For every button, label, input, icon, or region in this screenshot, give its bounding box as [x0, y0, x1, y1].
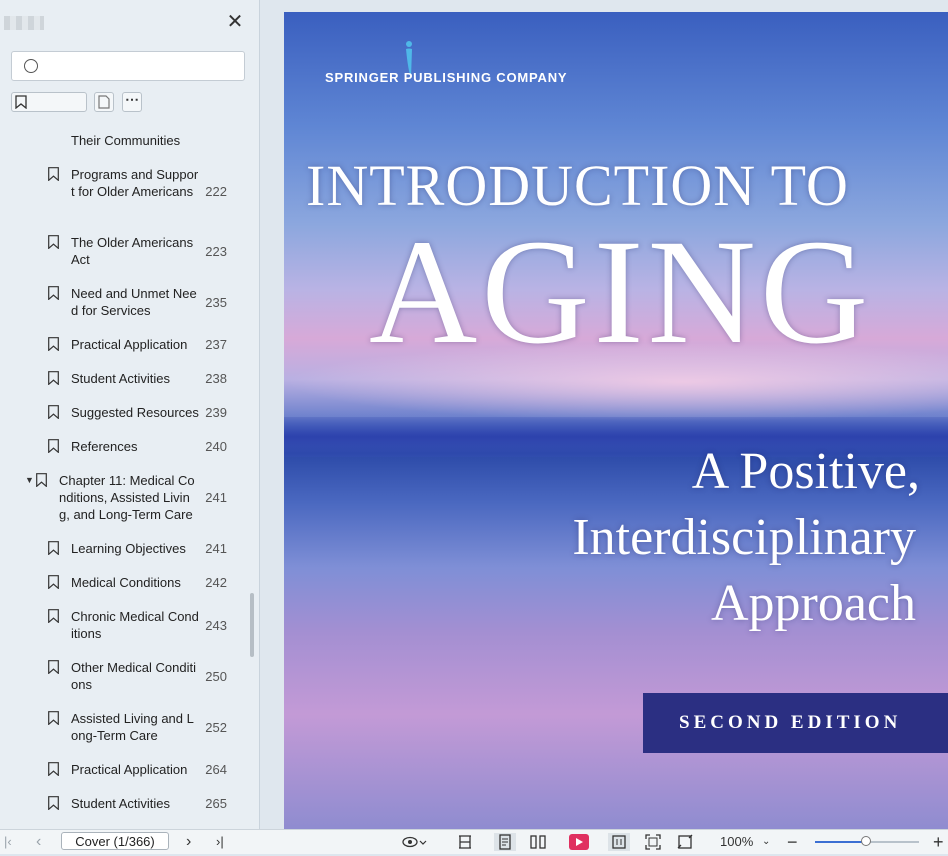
bookmark-label: Need and Unmet Need for Services	[71, 286, 197, 318]
search-field[interactable]	[11, 51, 245, 81]
two-page-icon[interactable]	[529, 833, 547, 851]
single-page-icon[interactable]	[494, 833, 516, 851]
bookmark-label: Programs and Support for Older Americans	[71, 167, 199, 199]
bookmark-label: Other Medical Conditions	[71, 660, 196, 692]
bookmark-icon	[48, 337, 59, 351]
bookmark-page-number: 239	[205, 405, 227, 420]
title-line-2: AGING	[369, 209, 873, 375]
panel-title-blurred	[4, 16, 44, 30]
bookmark-list: Their Communities Programs and Support fo…	[0, 124, 247, 829]
bookmark-icon	[48, 575, 59, 589]
bookmark-page-number: 264	[205, 762, 227, 777]
bookmark-label: Suggested Resources	[71, 405, 199, 420]
sidebar-scrollbar[interactable]	[250, 593, 254, 657]
close-icon[interactable]: ✕	[226, 12, 244, 32]
bookmark-page-number: 238	[205, 371, 227, 386]
search-input[interactable]	[46, 57, 240, 77]
zoom-slider-handle[interactable]	[861, 836, 871, 846]
next-page-icon[interactable]: ›	[186, 833, 191, 851]
bookmark-page-number: 243	[205, 618, 227, 633]
bookmark-icon	[48, 660, 59, 674]
bookmark-page-number: 222	[205, 184, 227, 199]
cover-page: SPRINGER PUBLISHING COMPANY INTRODUCTION…	[284, 12, 948, 829]
edition-banner: SECOND EDITION	[643, 693, 948, 753]
bookmark-icon	[48, 439, 59, 453]
bookmark-label: Assisted Living and Long-Term Care	[71, 711, 194, 743]
bookmark-label: Student Activities	[71, 371, 170, 386]
bookmark-icon	[48, 762, 59, 776]
zoom-out-icon[interactable]: −	[787, 833, 798, 851]
fit-page-icon[interactable]	[644, 833, 662, 851]
prev-page-icon[interactable]: ‹	[36, 833, 41, 851]
bookmark-page-number: 223	[205, 244, 227, 259]
bookmark-icon	[48, 286, 59, 300]
bookmark-icon	[48, 405, 59, 419]
bookmark-page-number: 235	[205, 295, 227, 310]
last-page-icon[interactable]: ›|	[216, 833, 224, 851]
bookmark-icon	[48, 796, 59, 810]
view-mode-icon[interactable]	[401, 833, 427, 851]
document-viewer[interactable]: SPRINGER PUBLISHING COMPANY INTRODUCTION…	[260, 0, 948, 829]
bookmark-icon	[48, 609, 59, 623]
bookmark-page-number: 240	[205, 439, 227, 454]
bookmark-label: Their Communities	[71, 133, 181, 148]
bookmark-page-number: 241	[205, 490, 227, 505]
bookmark-page-number: 250	[205, 669, 227, 684]
bookmark-icon	[15, 95, 27, 109]
page-icon-button[interactable]	[94, 92, 114, 112]
bookmark-label: Chronic Medical Conditions	[71, 609, 199, 641]
zoom-level[interactable]: 100%	[720, 833, 753, 851]
bookmark-label: Student Activities	[71, 796, 170, 811]
fit-width-icon[interactable]	[457, 833, 473, 851]
bookmark-label: The Older Americans Act	[71, 235, 194, 267]
search-icon	[24, 59, 38, 73]
page-number-field[interactable]	[61, 832, 169, 850]
bookmark-label: Learning Objectives	[71, 541, 186, 556]
zoom-in-icon[interactable]: +	[933, 833, 944, 851]
bookmarks-panel: ✕ ⋯ Their Communities Programs and Suppor…	[0, 0, 260, 829]
actual-size-icon[interactable]	[608, 833, 630, 851]
bookmark-icon	[48, 235, 59, 249]
zoom-slider-fill	[815, 841, 865, 843]
page-icon	[98, 95, 110, 109]
rotate-icon[interactable]	[676, 833, 694, 851]
bookmark-label: Practical Application	[71, 762, 188, 777]
bookmark-icon	[36, 473, 47, 487]
bookmark-filter-button[interactable]	[11, 92, 87, 112]
bookmark-icon	[48, 711, 59, 725]
bookmark-page-number: 237	[205, 337, 227, 352]
slideshow-play-icon[interactable]	[568, 833, 590, 851]
bookmark-icon	[48, 371, 59, 385]
first-page-icon[interactable]: |‹	[4, 833, 12, 851]
bookmark-label: References	[71, 439, 138, 454]
zoom-dropdown-chevron-icon[interactable]: ⌄	[762, 833, 770, 851]
bookmark-page-number: 242	[205, 575, 227, 590]
subtitle-line-3: Approach	[710, 575, 916, 632]
bookmark-page-number: 241	[205, 541, 227, 556]
bookmark-page-number: 265	[205, 796, 227, 811]
bookmark-label: Chapter 11: Medical Conditions, Assisted…	[59, 473, 195, 522]
more-options-button[interactable]: ⋯	[122, 92, 142, 112]
bookmark-page-number: 252	[205, 720, 227, 735]
bookmark-icon	[48, 167, 59, 181]
bookmark-label: Medical Conditions	[71, 575, 181, 590]
subtitle-line-1: A Positive,	[691, 443, 920, 500]
bookmark-label: Practical Application	[71, 337, 188, 352]
subtitle-line-2: Interdisciplinary	[572, 509, 916, 566]
publisher-name: SPRINGER PUBLISHING COMPANY	[325, 70, 568, 85]
status-bar: |‹ ‹ › ›| 100% ⌄ − +	[0, 829, 948, 854]
expand-arrow-icon[interactable]: ▼	[25, 475, 34, 485]
bookmark-icon	[48, 541, 59, 555]
